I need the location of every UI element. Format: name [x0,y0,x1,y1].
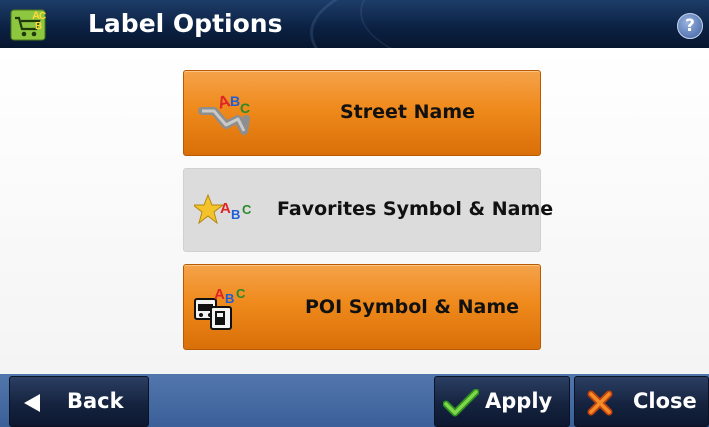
favorites-star-abc-icon: A B C [194,193,252,225]
svg-text:B: B [225,291,234,306]
svg-text:B: B [230,93,240,109]
close-x-icon [587,390,613,416]
svg-text:B: B [231,207,240,222]
svg-text:B: B [35,21,42,32]
street-name-option-button[interactable]: A B C Street Name [183,70,541,156]
apply-button[interactable]: Apply [434,376,570,427]
close-label: Close [633,389,697,413]
street-name-label: Street Name [340,101,476,123]
svg-text:C: C [236,286,246,301]
svg-text:C: C [242,202,252,217]
window-title: Label Options [88,9,283,38]
back-button[interactable]: Back [9,376,149,427]
title-bar-decoration-2 [360,0,709,48]
title-bar: A C B Label Options ? [0,0,709,48]
apply-label: Apply [485,389,553,413]
poi-symbol-name-label: POI Symbol & Name [305,296,520,318]
svg-text:C: C [240,100,250,116]
street-abc-icon: A B C [198,91,250,135]
favorites-symbol-name-label: Favorites Symbol & Name [277,198,554,220]
checkmark-icon [443,389,479,417]
favorites-symbol-name-option-button[interactable]: A B C Favorites Symbol & Name [183,168,553,252]
back-label: Back [67,389,124,413]
help-icon[interactable]: ? [677,13,703,39]
label-options-app-icon: A C B [10,9,46,41]
poi-symbol-name-option-button[interactable]: A B C POI Symbol & Name [183,264,541,350]
svg-text:A: A [214,286,225,303]
svg-text:A: A [220,200,231,217]
back-arrow-icon [24,394,40,412]
close-button[interactable]: Close [574,376,709,427]
poi-abc-icon: A B C [194,286,246,330]
